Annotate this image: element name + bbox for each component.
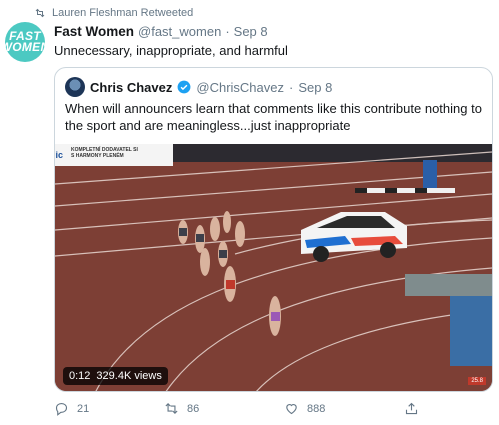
reply-icon bbox=[55, 402, 68, 416]
tweet-date[interactable]: Sep 8 bbox=[234, 24, 268, 39]
video-views: 329.4K views bbox=[96, 370, 162, 382]
quoted-date[interactable]: Sep 8 bbox=[298, 80, 332, 95]
quoted-tweet-text: When will announcers learn that comments… bbox=[65, 101, 482, 133]
broadcast-score: 25.8 bbox=[468, 377, 486, 385]
like-count: 888 bbox=[307, 402, 326, 415]
video-frame bbox=[55, 144, 492, 391]
retweeted-by-label[interactable]: Lauren Fleshman Retweeted bbox=[52, 7, 193, 19]
stadium-banner: lic KOMPLETNÍ DODAVATEL SI S HARMONY PLE… bbox=[55, 144, 173, 166]
author-handle[interactable]: @fast_women bbox=[138, 24, 221, 39]
heart-icon bbox=[286, 404, 297, 415]
quoted-author-name[interactable]: Chris Chavez bbox=[90, 80, 172, 95]
banner-line-2: S HARMONY PLENÉM bbox=[71, 153, 124, 159]
video-info-badge: 0:12 329.4K views bbox=[63, 367, 168, 385]
reply-count: 21 bbox=[77, 402, 90, 415]
share-icon bbox=[405, 402, 418, 415]
separator-dot: · bbox=[225, 24, 230, 39]
share-button[interactable] bbox=[404, 401, 419, 416]
retweet-icon bbox=[35, 8, 45, 18]
banner-prefix: lic bbox=[55, 150, 64, 160]
avatar[interactable]: FAST WOMEN bbox=[5, 22, 45, 62]
author-name[interactable]: Fast Women bbox=[54, 24, 134, 39]
quoted-avatar bbox=[65, 77, 85, 97]
reply-button[interactable]: 21 bbox=[54, 401, 89, 416]
retweet-action-icon bbox=[165, 403, 178, 414]
tweet-header: Fast Women @fast_women · Sep 8 bbox=[54, 24, 268, 39]
video-player[interactable]: lic KOMPLETNÍ DODAVATEL SI S HARMONY PLE… bbox=[55, 144, 492, 391]
quoted-tweet-header: Chris Chavez @ChrisChavez · Sep 8 bbox=[65, 77, 332, 97]
quoted-tweet[interactable]: Chris Chavez @ChrisChavez · Sep 8 When w… bbox=[54, 67, 493, 392]
video-time: 0:12 bbox=[69, 370, 91, 382]
avatar-text-women: WOMEN bbox=[5, 40, 45, 54]
retweet-indicator: Lauren Fleshman Retweeted bbox=[34, 7, 193, 19]
retweet-button[interactable]: 86 bbox=[164, 401, 199, 416]
tweet-text: Unnecessary, inappropriate, and harmful bbox=[54, 43, 288, 58]
quoted-separator-dot: · bbox=[289, 79, 294, 95]
retweet-count: 86 bbox=[187, 402, 200, 415]
quoted-author-handle[interactable]: @ChrisChavez bbox=[196, 80, 284, 95]
like-button[interactable]: 888 bbox=[284, 401, 325, 416]
verified-badge-icon bbox=[177, 80, 191, 94]
